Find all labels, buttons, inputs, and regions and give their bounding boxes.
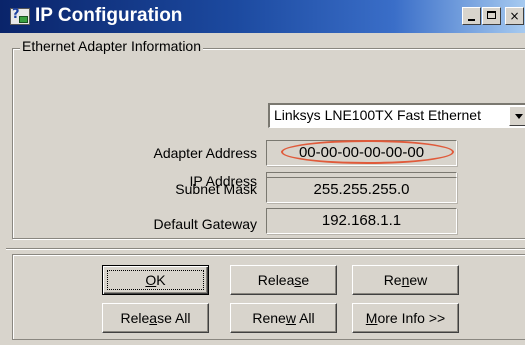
release-all-button[interactable]: Release All	[102, 303, 209, 333]
subnet-mask-value: 255.255.255.0	[266, 177, 457, 203]
default-gateway-label: Default Gateway	[153, 216, 258, 232]
close-button[interactable]: ×	[505, 7, 524, 25]
title-bar[interactable]: ? IP Configuration ×	[0, 0, 525, 33]
close-icon: ×	[509, 9, 520, 23]
network-config-icon: ?	[10, 7, 30, 25]
ok-button[interactable]: OK	[102, 265, 209, 295]
more-info-button[interactable]: More Info >>	[352, 303, 459, 333]
maximize-icon	[487, 11, 496, 19]
ip-configuration-window: ? IP Configuration × Ethernet Adapter In…	[0, 0, 525, 345]
chevron-down-icon[interactable]	[509, 106, 525, 126]
adapter-select-value: Linksys LNE100TX Fast Ethernet	[274, 107, 481, 123]
adapter-select[interactable]: Linksys LNE100TX Fast Ethernet	[268, 103, 525, 128]
window-title: IP Configuration	[35, 5, 183, 26]
minimize-icon	[468, 19, 475, 21]
renew-button[interactable]: Renew	[352, 265, 459, 295]
subnet-mask-label: Subnet Mask	[175, 181, 257, 197]
release-button[interactable]: Release	[230, 265, 337, 295]
group-label: Ethernet Adapter Information	[20, 38, 203, 54]
renew-all-button[interactable]: Renew All	[230, 303, 337, 333]
maximize-button[interactable]	[482, 7, 501, 25]
default-gateway-value: 192.168.1.1	[266, 208, 457, 234]
adapter-address-label: Adapter Address	[153, 145, 257, 161]
minimize-button[interactable]	[462, 7, 481, 25]
adapter-address-value: 00-00-00-00-00-00	[266, 140, 457, 166]
